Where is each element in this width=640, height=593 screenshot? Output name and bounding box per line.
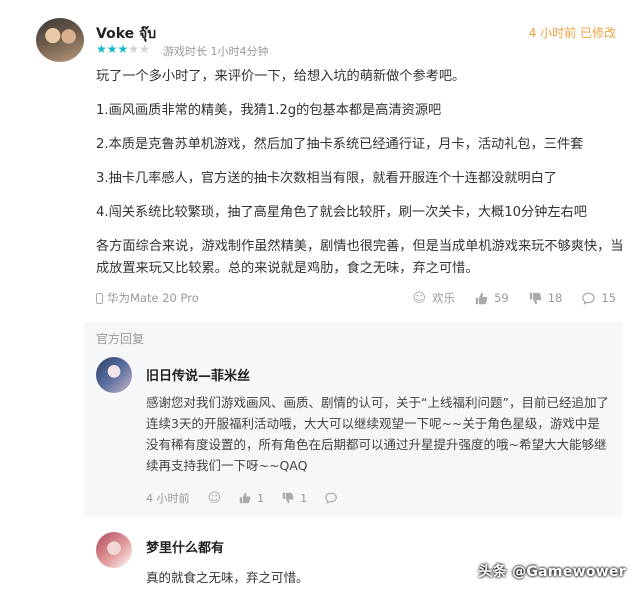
star-icon: ★ xyxy=(139,42,150,56)
star-icon: ★ xyxy=(128,42,140,56)
official-author[interactable]: 旧日传说—菲米丝 xyxy=(146,365,250,384)
star-icon: ★ xyxy=(106,42,118,56)
avatar[interactable] xyxy=(36,18,84,62)
playtime-label: 游戏时长 1小时4分钟 xyxy=(163,45,269,58)
like-count: 1 xyxy=(257,491,265,505)
like-button[interactable]: 1 xyxy=(239,492,264,505)
star-icon: ★ xyxy=(117,42,129,56)
phone-icon xyxy=(96,292,103,304)
thumb-up-icon xyxy=(239,492,251,504)
smile-icon[interactable]: ☺ xyxy=(208,491,222,506)
reaction-button[interactable]: ☺ 欢乐 xyxy=(413,290,456,306)
comment-icon xyxy=(325,492,337,504)
device-label: 华为Mate 20 Pro xyxy=(96,290,199,306)
review-actions: ☺ 欢乐 59 18 15 xyxy=(413,290,616,306)
review-paragraph: 玩了一个多小时了，来评价一下，给想入坑的萌新做个参考吧。 xyxy=(96,69,466,84)
timestamp-edited: 4 小时前 已修改 xyxy=(528,26,616,40)
thumb-up-icon xyxy=(475,292,488,304)
dislike-count: 1 xyxy=(300,491,308,505)
reaction-label: 欢乐 xyxy=(432,291,456,305)
watermark: 头条 @Gamewower xyxy=(478,564,626,580)
thumb-down-icon xyxy=(529,292,542,304)
comment-count: 15 xyxy=(601,291,616,305)
review-paragraph: 3.抽卡几率感人，官方送的抽卡次数相当有限，就看开服连个十连都没就明白了 xyxy=(96,171,557,186)
review-paragraph: 4.闯关系统比较繁琐，抽了高星角色了就会比较肝，刷一次关卡，大概10分钟左右吧 xyxy=(96,205,587,220)
star-icon: ★ xyxy=(96,42,107,56)
rating-stars: ★★★★★ xyxy=(96,42,150,56)
reply-text: 真的就食之无味，弃之可惜。 xyxy=(146,570,309,585)
review-paragraph: 各方面综合来说，游戏制作虽然精美，剧情也很完善，但是当成单机游戏来玩不够爽快，当… xyxy=(96,239,624,276)
official-reply-box: 官方回复 旧日传说—菲米丝 感谢您对我们游戏画风、画质、剧情的认可，关于“上线福… xyxy=(84,322,622,517)
thumb-down-icon xyxy=(282,492,294,504)
dislike-button[interactable]: 18 xyxy=(529,291,563,305)
comment-button[interactable]: 15 xyxy=(582,291,616,305)
official-reply-time: 4 小时前 xyxy=(146,492,190,505)
avatar[interactable] xyxy=(96,532,132,568)
smile-icon: ☺ xyxy=(412,290,427,306)
official-reply-meta: 4 小时前 ☺ 1 1 xyxy=(146,490,337,506)
dislike-count: 18 xyxy=(547,291,563,305)
review-paragraph: 1.画风画质非常的精美，我猜1.2g的包基本都是高清资源吧 xyxy=(96,103,442,118)
dislike-button[interactable]: 1 xyxy=(282,492,307,505)
reply-author[interactable]: 梦里什么都有 xyxy=(146,537,224,556)
official-reply-text: 感谢您对我们游戏画风、画质、剧情的认可，关于“上线福利问题”，目前已经追加了连续… xyxy=(146,395,609,473)
avatar[interactable] xyxy=(96,357,132,393)
review-paragraph: 2.本质是克鲁苏单机游戏，然后加了抽卡系统已经通行证，月卡，活动礼包，三件套 xyxy=(96,137,584,152)
like-count: 59 xyxy=(494,291,509,305)
device-name: 华为Mate 20 Pro xyxy=(107,291,199,305)
official-reply-title: 官方回复 xyxy=(96,332,145,346)
like-button[interactable]: 59 xyxy=(475,291,509,305)
comment-icon xyxy=(582,292,596,305)
comment-button[interactable] xyxy=(325,492,337,504)
